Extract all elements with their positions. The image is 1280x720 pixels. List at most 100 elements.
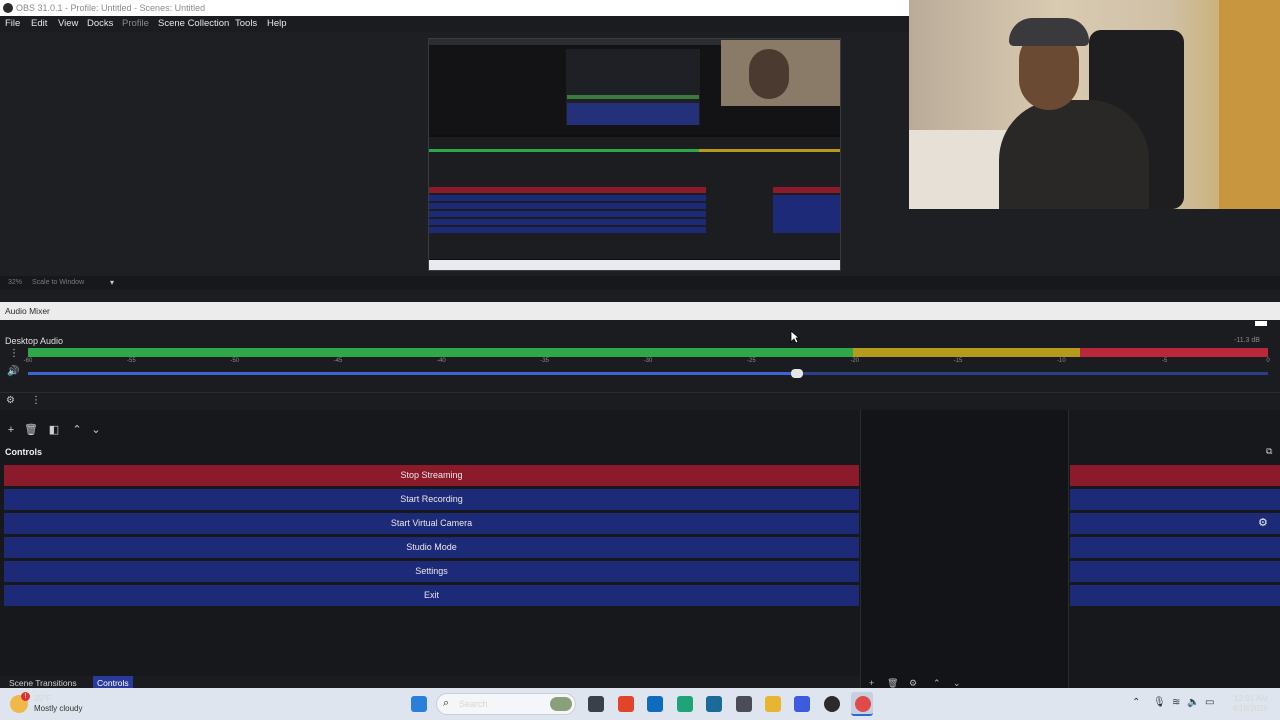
channel-db-level: -11.3 dB bbox=[1234, 337, 1260, 344]
volume-fader-handle[interactable] bbox=[790, 369, 803, 378]
channel-menu-icon[interactable]: ⋮ bbox=[9, 348, 19, 359]
volume-icon[interactable]: 🔈 bbox=[1187, 697, 1199, 708]
meter-tick-label: -5 bbox=[1161, 358, 1168, 364]
meter-tick-label: -45 bbox=[333, 358, 343, 364]
menu-help[interactable]: Help bbox=[267, 16, 287, 32]
edge-browser-icon[interactable] bbox=[677, 696, 693, 712]
add-icon[interactable]: + bbox=[4, 423, 18, 437]
meter-tick-label: -50 bbox=[230, 358, 239, 364]
menu-scene-collection[interactable]: Scene Collection bbox=[158, 16, 229, 32]
microphone-icon[interactable]: 🎙 bbox=[1153, 697, 1166, 708]
menu-profile[interactable]: Profile bbox=[122, 16, 149, 32]
volume-meter bbox=[28, 348, 1268, 357]
advanced-audio-gear-icon[interactable]: ⚙ bbox=[6, 395, 15, 406]
meter-tick-label: -55 bbox=[126, 358, 136, 364]
weather-alert-badge: ! bbox=[21, 692, 30, 701]
clock-date[interactable]: 4/18/2026 bbox=[1222, 704, 1268, 713]
weather-description[interactable]: Mostly cloudy bbox=[34, 704, 82, 713]
right-dock-red-bar bbox=[1070, 465, 1280, 486]
volume-fader-fill bbox=[28, 372, 797, 375]
chevron-down-icon[interactable]: ▾ bbox=[110, 278, 114, 287]
meter-tick-label: 0 bbox=[1266, 358, 1270, 364]
store-icon[interactable] bbox=[794, 696, 810, 712]
right-dock-blue-bar bbox=[1070, 561, 1280, 582]
meter-tick-label: -60 bbox=[23, 358, 33, 364]
weather-temperature[interactable]: 35°F bbox=[34, 694, 51, 703]
start-virtual-camera-button[interactable]: Start Virtual Camera bbox=[4, 513, 859, 534]
virtual-camera-gear-icon[interactable]: ⚙ bbox=[1258, 516, 1268, 529]
meter-tick-label: -25 bbox=[746, 358, 756, 364]
tab-controls[interactable]: Controls bbox=[93, 676, 133, 688]
outlook-icon[interactable] bbox=[647, 696, 663, 712]
file-explorer-icon[interactable] bbox=[765, 696, 781, 712]
add-transition-icon[interactable]: + bbox=[869, 678, 874, 688]
studio-mode-button[interactable]: Studio Mode bbox=[4, 537, 859, 558]
dock-tabs: Scene Transitions Controls bbox=[0, 676, 860, 688]
menu-file[interactable]: File bbox=[5, 16, 20, 32]
menu-edit[interactable]: Edit bbox=[31, 16, 47, 32]
mixer-menu-icon[interactable]: ⋮ bbox=[31, 395, 41, 406]
meter-red-segment bbox=[1080, 348, 1268, 357]
channel-name: Desktop Audio bbox=[5, 336, 64, 346]
move-up-icon[interactable]: ⌃ bbox=[70, 423, 84, 437]
webcam-feed bbox=[909, 0, 1280, 209]
task-view-icon[interactable] bbox=[588, 696, 604, 712]
trash-icon[interactable]: 🗑 bbox=[24, 423, 38, 437]
right-dock-blue-bar bbox=[1070, 513, 1280, 534]
meter-tick-label: -10 bbox=[1056, 358, 1066, 364]
right-dock-blue-bar bbox=[1070, 489, 1280, 510]
start-recording-button[interactable]: Start Recording bbox=[4, 489, 859, 510]
meter-tick-label: -20 bbox=[850, 358, 859, 364]
window-title: OBS 31.0.1 - Profile: Untitled - Scenes:… bbox=[16, 3, 206, 13]
stop-streaming-button[interactable]: Stop Streaming bbox=[4, 465, 859, 486]
mouse-cursor-icon bbox=[790, 330, 800, 344]
preview-canvas[interactable] bbox=[428, 38, 841, 271]
brave-browser-icon[interactable] bbox=[618, 696, 634, 712]
mixer-toolbar: ⚙ ⋮ bbox=[0, 392, 1280, 410]
clock-time[interactable]: 12:01 AM bbox=[1226, 694, 1268, 703]
screen-record-icon[interactable] bbox=[855, 696, 871, 712]
menu-tools[interactable]: Tools bbox=[235, 16, 257, 32]
battery-icon[interactable]: ▭ bbox=[1205, 697, 1214, 708]
undock-icon[interactable]: ⧉ bbox=[1266, 446, 1272, 457]
preview-scale-bar: 32% Scale to Window ▾ bbox=[0, 276, 1280, 290]
preview-nested-screen bbox=[429, 39, 840, 135]
meter-tick-label: -35 bbox=[540, 358, 549, 364]
menu-view[interactable]: View bbox=[58, 16, 78, 32]
app-icon[interactable] bbox=[736, 696, 752, 712]
transitions-dock: + 🗑 ⚙ ⌃ ⌄ bbox=[860, 410, 1069, 688]
excel-icon[interactable] bbox=[706, 696, 722, 712]
filters-icon[interactable]: ◧ bbox=[47, 423, 61, 437]
obs-taskbar-icon[interactable] bbox=[824, 696, 840, 712]
wifi-icon[interactable]: ≋ bbox=[1172, 697, 1180, 708]
exit-button[interactable]: Exit bbox=[4, 585, 859, 606]
tab-scene-transitions[interactable]: Scene Transitions bbox=[5, 676, 81, 688]
tray-chevron-icon[interactable]: ⌃ bbox=[1132, 697, 1140, 708]
meter-tick-label: -15 bbox=[953, 358, 963, 364]
controls-title: Controls bbox=[5, 447, 42, 457]
menu-bar: File Edit View Docks Profile Scene Colle… bbox=[0, 16, 909, 32]
right-dock-blue-bar bbox=[1070, 585, 1280, 606]
search-highlight-icon[interactable] bbox=[550, 697, 572, 711]
obs-logo-icon bbox=[3, 3, 13, 13]
right-dock-blue-bar bbox=[1070, 537, 1280, 558]
audio-mixer-title: Audio Mixer bbox=[0, 302, 1280, 320]
meter-tick-label: -40 bbox=[436, 358, 446, 364]
speaker-icon[interactable]: 🔊 bbox=[7, 366, 19, 377]
scale-mode-select[interactable]: Scale to Window bbox=[32, 279, 84, 286]
preview-nested-taskbar bbox=[429, 260, 840, 270]
meter-yellow-segment bbox=[853, 348, 1080, 357]
menu-docks[interactable]: Docks bbox=[87, 16, 113, 32]
preview-nested-obs bbox=[429, 137, 840, 259]
meter-green-segment bbox=[28, 348, 853, 357]
settings-button[interactable]: Settings bbox=[4, 561, 859, 582]
search-icon: ⌕ bbox=[443, 697, 450, 709]
dock-separator bbox=[0, 290, 1280, 302]
start-windows-icon[interactable] bbox=[411, 696, 427, 712]
zoom-level: 32% bbox=[8, 279, 23, 286]
meter-ticks: -60 -55 -50 -45 -40 -35 -30 -25 -20 -15 -10 -5 0 bbox=[24, 358, 1270, 366]
windows-taskbar bbox=[0, 688, 1280, 720]
meter-tick-label: -30 bbox=[643, 358, 653, 364]
move-down-icon[interactable]: ⌄ bbox=[89, 423, 103, 437]
mixer-scrollbar[interactable] bbox=[1255, 321, 1267, 326]
